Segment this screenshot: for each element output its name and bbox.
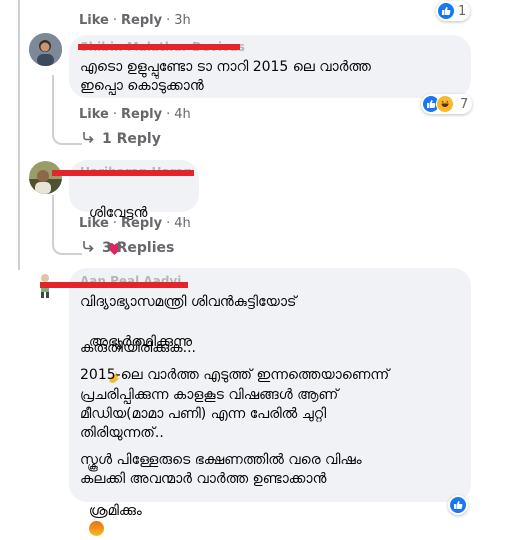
separator-dot: · [166, 13, 171, 28]
view-replies-link[interactable]: 1 Reply [82, 131, 161, 147]
reaction-summary[interactable] [448, 495, 468, 515]
replies-count[interactable]: 1 Reply [102, 131, 161, 147]
comment-actions: Like · Reply · 4h [79, 216, 191, 231]
reply-arrow-icon [82, 131, 94, 147]
reply-arrow-icon [82, 240, 94, 256]
like-button[interactable]: Like [79, 13, 109, 28]
author-redaction [78, 44, 240, 50]
reaction-summary[interactable]: 7 [421, 94, 473, 114]
comment-text-line: ഇപ്പൊ കൊടുക്കാൻ [80, 78, 204, 94]
comment-text-line: കരുതിയിരിക്കുക... [80, 340, 196, 356]
timestamp[interactable]: 4h [174, 216, 191, 231]
timestamp[interactable]: 4h [174, 107, 191, 122]
separator-dot: · [112, 107, 117, 122]
like-button[interactable]: Like [79, 107, 109, 122]
avatar[interactable] [29, 33, 62, 66]
divider [0, 6, 512, 7]
comment-text-line: എടൊ ഉളുപ്പുണ്ടോ ടാ നാറി 2015 ലെ വാർത്ത [80, 59, 371, 75]
author-redaction [52, 170, 194, 176]
comment-text-line: സ്കൂൾ പിള്ളേരുടെ ഭക്ഷണത്തിൽ വരെ വിഷം [80, 452, 362, 468]
comment-text: ശിവേട്ടൻ [80, 185, 147, 281]
comment-text-line: ശ്രമിക്കും [80, 483, 142, 540]
reply-button[interactable]: Reply [121, 13, 162, 28]
like-reaction-icon [450, 497, 466, 513]
reply-button[interactable]: Reply [121, 107, 162, 122]
timestamp[interactable]: 3h [174, 13, 191, 28]
angry-emoji-icon [88, 521, 104, 536]
comment-text-line: തിരിയുന്നത്.. [80, 425, 164, 441]
comment-text-line: പ്രചരിപ്പിക്കുന്ന കാളകൂട വിഷങ്ങൾ ആണ് [80, 387, 339, 403]
separator-dot: · [112, 216, 117, 231]
reaction-summary[interactable]: 1 [436, 1, 471, 21]
author-redaction [40, 282, 188, 288]
comment-actions: Like · Reply · 4h [79, 107, 191, 122]
reply-button[interactable]: Reply [121, 216, 162, 231]
separator-dot: · [166, 107, 171, 122]
comment-text-line: 2015-ലെ വാർത്ത എടുത്ത് ഇന്നത്തെയാണെന്ന് [80, 367, 390, 383]
comment-text-line: മീഡിയ(മാമാ പണി) എന്ന പേരിൽ ചുറ്റി [80, 406, 327, 422]
avatar[interactable] [29, 161, 62, 194]
reaction-count: 7 [460, 96, 469, 112]
comment-text-content: ശ്രമിക്കും [88, 503, 142, 519]
replies-count[interactable]: 3 Replies [102, 240, 174, 256]
comment-actions: Like · Reply · 3h [79, 13, 191, 28]
haha-reaction-icon [436, 95, 454, 113]
view-replies-link[interactable]: 3 Replies [82, 240, 174, 256]
separator-dot: · [112, 13, 117, 28]
comment-text-line: വിദ്യാഭ്യാസമന്ത്രി ശിവൻകുട്ടിയോട് [80, 294, 297, 310]
like-button[interactable]: Like [79, 216, 109, 231]
thread-line [18, 0, 20, 270]
separator-dot: · [166, 216, 171, 231]
